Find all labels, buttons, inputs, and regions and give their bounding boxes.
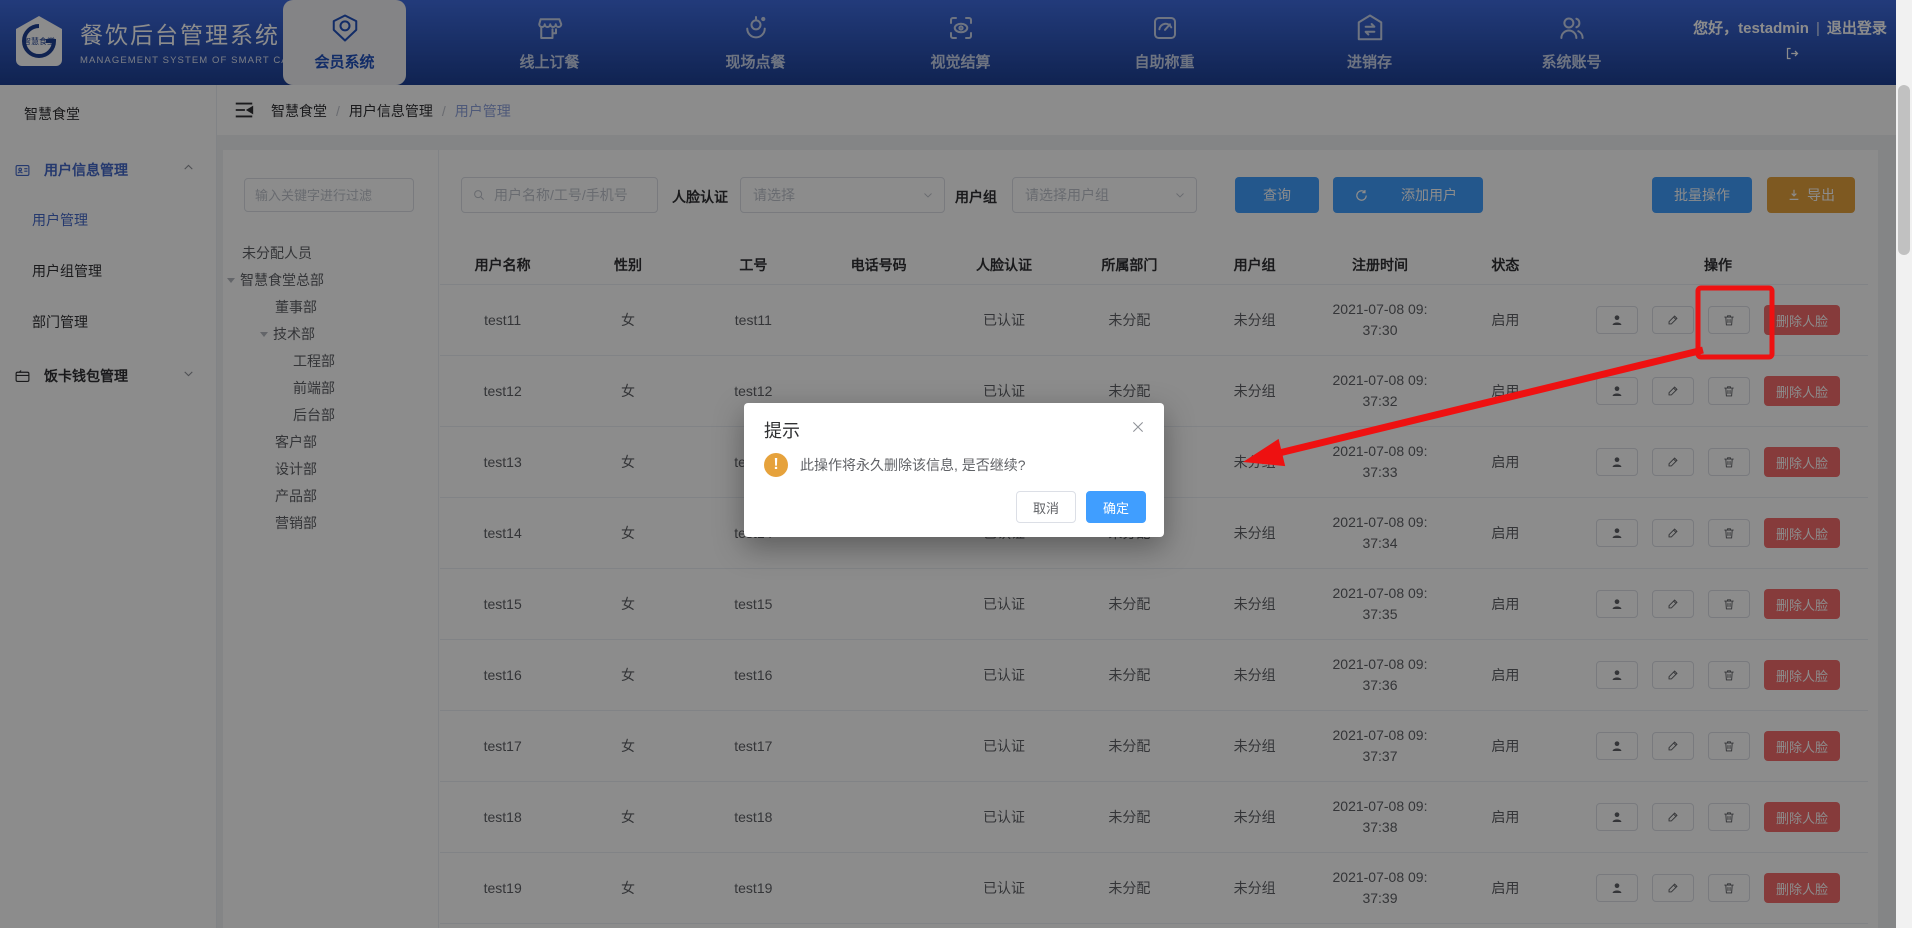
scrollbar[interactable] bbox=[1896, 0, 1912, 928]
confirm-button[interactable]: 确定 bbox=[1086, 491, 1146, 523]
cancel-button[interactable]: 取消 bbox=[1016, 491, 1076, 523]
scrollbar-thumb[interactable] bbox=[1898, 85, 1910, 255]
dialog-message: 此操作将永久删除该信息, 是否继续? bbox=[800, 455, 1026, 475]
warning-icon bbox=[764, 453, 788, 477]
confirm-dialog: 提示 此操作将永久删除该信息, 是否继续? 取消 确定 bbox=[744, 403, 1164, 537]
dialog-title: 提示 bbox=[764, 417, 800, 443]
close-icon[interactable] bbox=[1130, 419, 1146, 435]
